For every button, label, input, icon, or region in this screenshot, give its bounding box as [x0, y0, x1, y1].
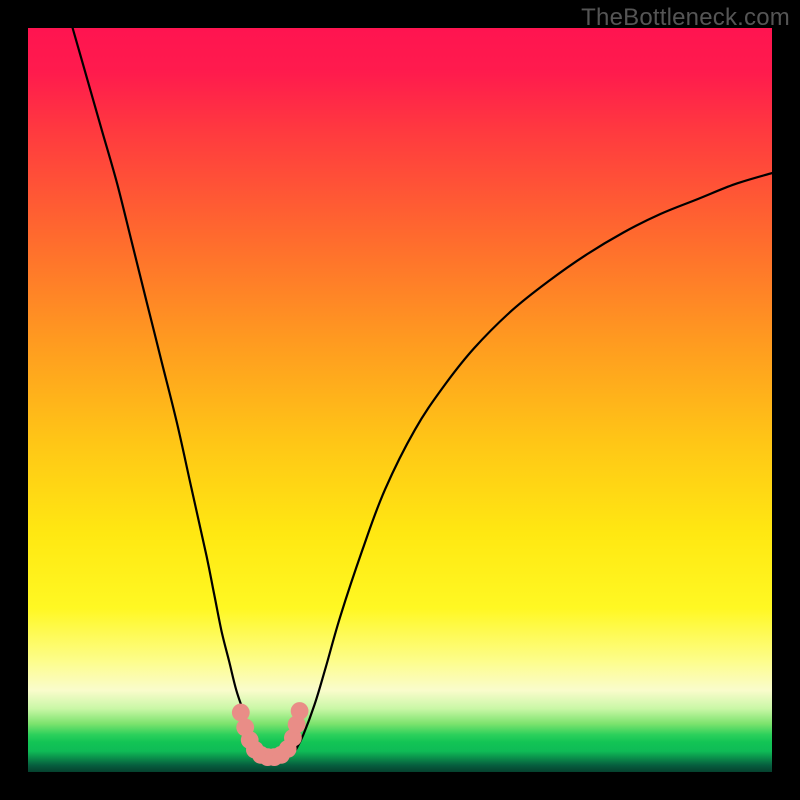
- curve-right-branch: [296, 173, 772, 750]
- chart-frame: TheBottleneck.com: [0, 0, 800, 800]
- watermark-text: TheBottleneck.com: [581, 4, 790, 32]
- trough-marker-dots: [232, 702, 309, 766]
- curve-left-branch: [73, 28, 257, 750]
- curve-right-branch: [296, 173, 772, 750]
- trough-marker: [291, 702, 309, 720]
- plot-area: [28, 28, 772, 772]
- curve-left-branch: [73, 28, 257, 750]
- curve-layer: [28, 28, 772, 772]
